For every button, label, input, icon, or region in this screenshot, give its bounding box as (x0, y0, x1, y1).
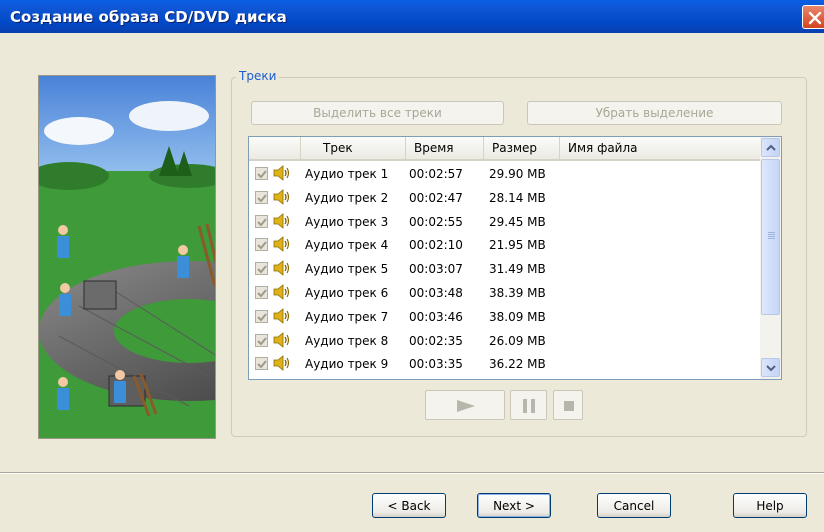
checkmark-icon (257, 336, 267, 346)
list-header: Трек Время Размер Имя файла (249, 137, 760, 161)
title-bar: Создание образа CD/DVD диска (0, 0, 824, 33)
track-name: Аудио трек 5 (305, 262, 389, 277)
cancel-button[interactable]: Cancel (597, 493, 671, 518)
track-time: 00:02:35 (409, 333, 463, 348)
checkmark-icon (257, 241, 267, 250)
speaker-icon (272, 188, 290, 208)
track-checkbox[interactable] (255, 309, 268, 323)
track-size: 29.90 MB (489, 167, 546, 181)
table-row[interactable]: Аудио трек 3 00:02:55 29.45 MB (249, 210, 760, 234)
list-rows: Аудио трек 1 00:02:57 29.90 MB Аудио трек 2… (249, 162, 760, 376)
track-checkbox[interactable] (255, 357, 268, 371)
track-time: 00:02:47 (409, 190, 463, 205)
track-name: Аудио трек 9 (305, 357, 389, 372)
speaker-icon (272, 260, 290, 279)
close-button[interactable] (802, 5, 824, 29)
track-checkbox[interactable] (255, 333, 268, 347)
stop-button[interactable] (553, 390, 583, 420)
track-size: 21.95 MB (489, 238, 546, 253)
track-checkbox[interactable] (255, 238, 268, 252)
track-time: 00:03:07 (409, 262, 463, 277)
table-row[interactable]: Аудио трек 4 00:02:10 21.95 MB (249, 233, 760, 257)
scroll-thumb[interactable] (761, 159, 780, 315)
track-name: Аудио трек 6 (305, 285, 389, 300)
checkmark-icon (257, 194, 267, 203)
track-size: 29.45 MB (489, 214, 546, 229)
column-header-size[interactable]: Размер (484, 137, 560, 159)
track-name: Аудио трек 1 (305, 167, 389, 181)
column-header-track[interactable]: Трек (301, 137, 406, 159)
pause-button[interactable] (510, 390, 547, 420)
track-checkbox[interactable] (255, 167, 268, 180)
play-button[interactable] (425, 390, 505, 420)
speaker-icon (272, 212, 290, 232)
help-button[interactable]: Help (733, 493, 807, 518)
track-time: 00:02:10 (409, 238, 463, 253)
checkmark-icon (257, 313, 267, 322)
checkmark-icon (257, 360, 267, 369)
table-row[interactable]: Аудио трек 7 00:03:46 38.09 MB (249, 305, 760, 329)
track-time: 00:03:35 (409, 357, 463, 372)
track-size: 26.09 MB (489, 333, 546, 348)
track-time: 00:03:48 (409, 285, 463, 300)
tracks-listview[interactable]: Трек Время Размер Имя файла Аудио трек 1… (248, 136, 782, 380)
checkmark-icon (257, 217, 267, 227)
chevron-up-icon (766, 144, 776, 151)
column-header-time[interactable]: Время (406, 137, 484, 159)
next-button[interactable]: Next > (477, 493, 551, 518)
track-time: 00:02:57 (409, 167, 463, 181)
track-size: 28.14 MB (489, 190, 546, 205)
speaker-icon (272, 331, 290, 351)
track-size: 36.22 MB (489, 357, 546, 372)
checkmark-icon (257, 265, 267, 274)
speaker-icon (272, 236, 290, 255)
tracks-group-title: Треки (236, 69, 280, 83)
speaker-icon (272, 355, 290, 374)
track-checkbox[interactable] (255, 285, 268, 299)
window-title: Создание образа CD/DVD диска (10, 8, 287, 26)
vertical-scrollbar[interactable] (760, 137, 781, 379)
track-size: 38.39 MB (489, 285, 546, 300)
track-time: 00:03:46 (409, 309, 463, 324)
column-header-filename[interactable]: Имя файла (560, 137, 760, 159)
pause-icon (523, 399, 535, 413)
track-size: 31.49 MB (489, 262, 546, 277)
deselect-tracks-button[interactable]: Убрать выделение (527, 101, 782, 125)
wizard-illustration (38, 75, 216, 439)
track-checkbox[interactable] (255, 262, 268, 276)
track-name: Аудио трек 4 (305, 238, 389, 253)
track-name: Аудио трек 7 (305, 309, 389, 324)
track-checkbox[interactable] (255, 214, 268, 228)
track-name: Аудио трек 8 (305, 333, 389, 348)
play-icon (457, 400, 475, 412)
back-button[interactable]: < Back (372, 493, 446, 518)
grip-icon (768, 232, 775, 240)
scroll-down-button[interactable] (761, 358, 780, 377)
table-row[interactable]: Аудио трек 8 00:02:35 26.09 MB (249, 329, 760, 353)
track-name: Аудио трек 3 (305, 214, 389, 229)
table-row[interactable]: Аудио трек 9 00:03:35 36.22 MB (249, 352, 760, 376)
chevron-down-icon (766, 365, 776, 372)
track-size: 38.09 MB (489, 309, 546, 324)
select-all-tracks-button[interactable]: Выделить все треки (251, 101, 504, 125)
track-time: 00:02:55 (409, 214, 463, 229)
close-icon (808, 11, 822, 25)
table-row[interactable]: Аудио трек 2 00:02:47 28.14 MB (249, 186, 760, 210)
stop-icon (564, 401, 574, 411)
scroll-up-button[interactable] (761, 138, 780, 157)
column-header-checkbox[interactable] (249, 137, 301, 159)
checkmark-icon (257, 289, 267, 298)
table-row[interactable]: Аудио трек 1 00:02:57 29.90 MB (249, 162, 760, 186)
speaker-icon (272, 307, 290, 327)
speaker-icon (272, 165, 290, 184)
table-row[interactable]: Аудио трек 5 00:03:07 31.49 MB (249, 257, 760, 281)
footer-separator (0, 472, 824, 474)
table-row[interactable]: Аудио трек 6 00:03:48 38.39 MB (249, 281, 760, 305)
track-name: Аудио трек 2 (305, 190, 389, 205)
speaker-icon (272, 284, 290, 303)
checkmark-icon (257, 170, 267, 179)
track-checkbox[interactable] (255, 190, 268, 204)
